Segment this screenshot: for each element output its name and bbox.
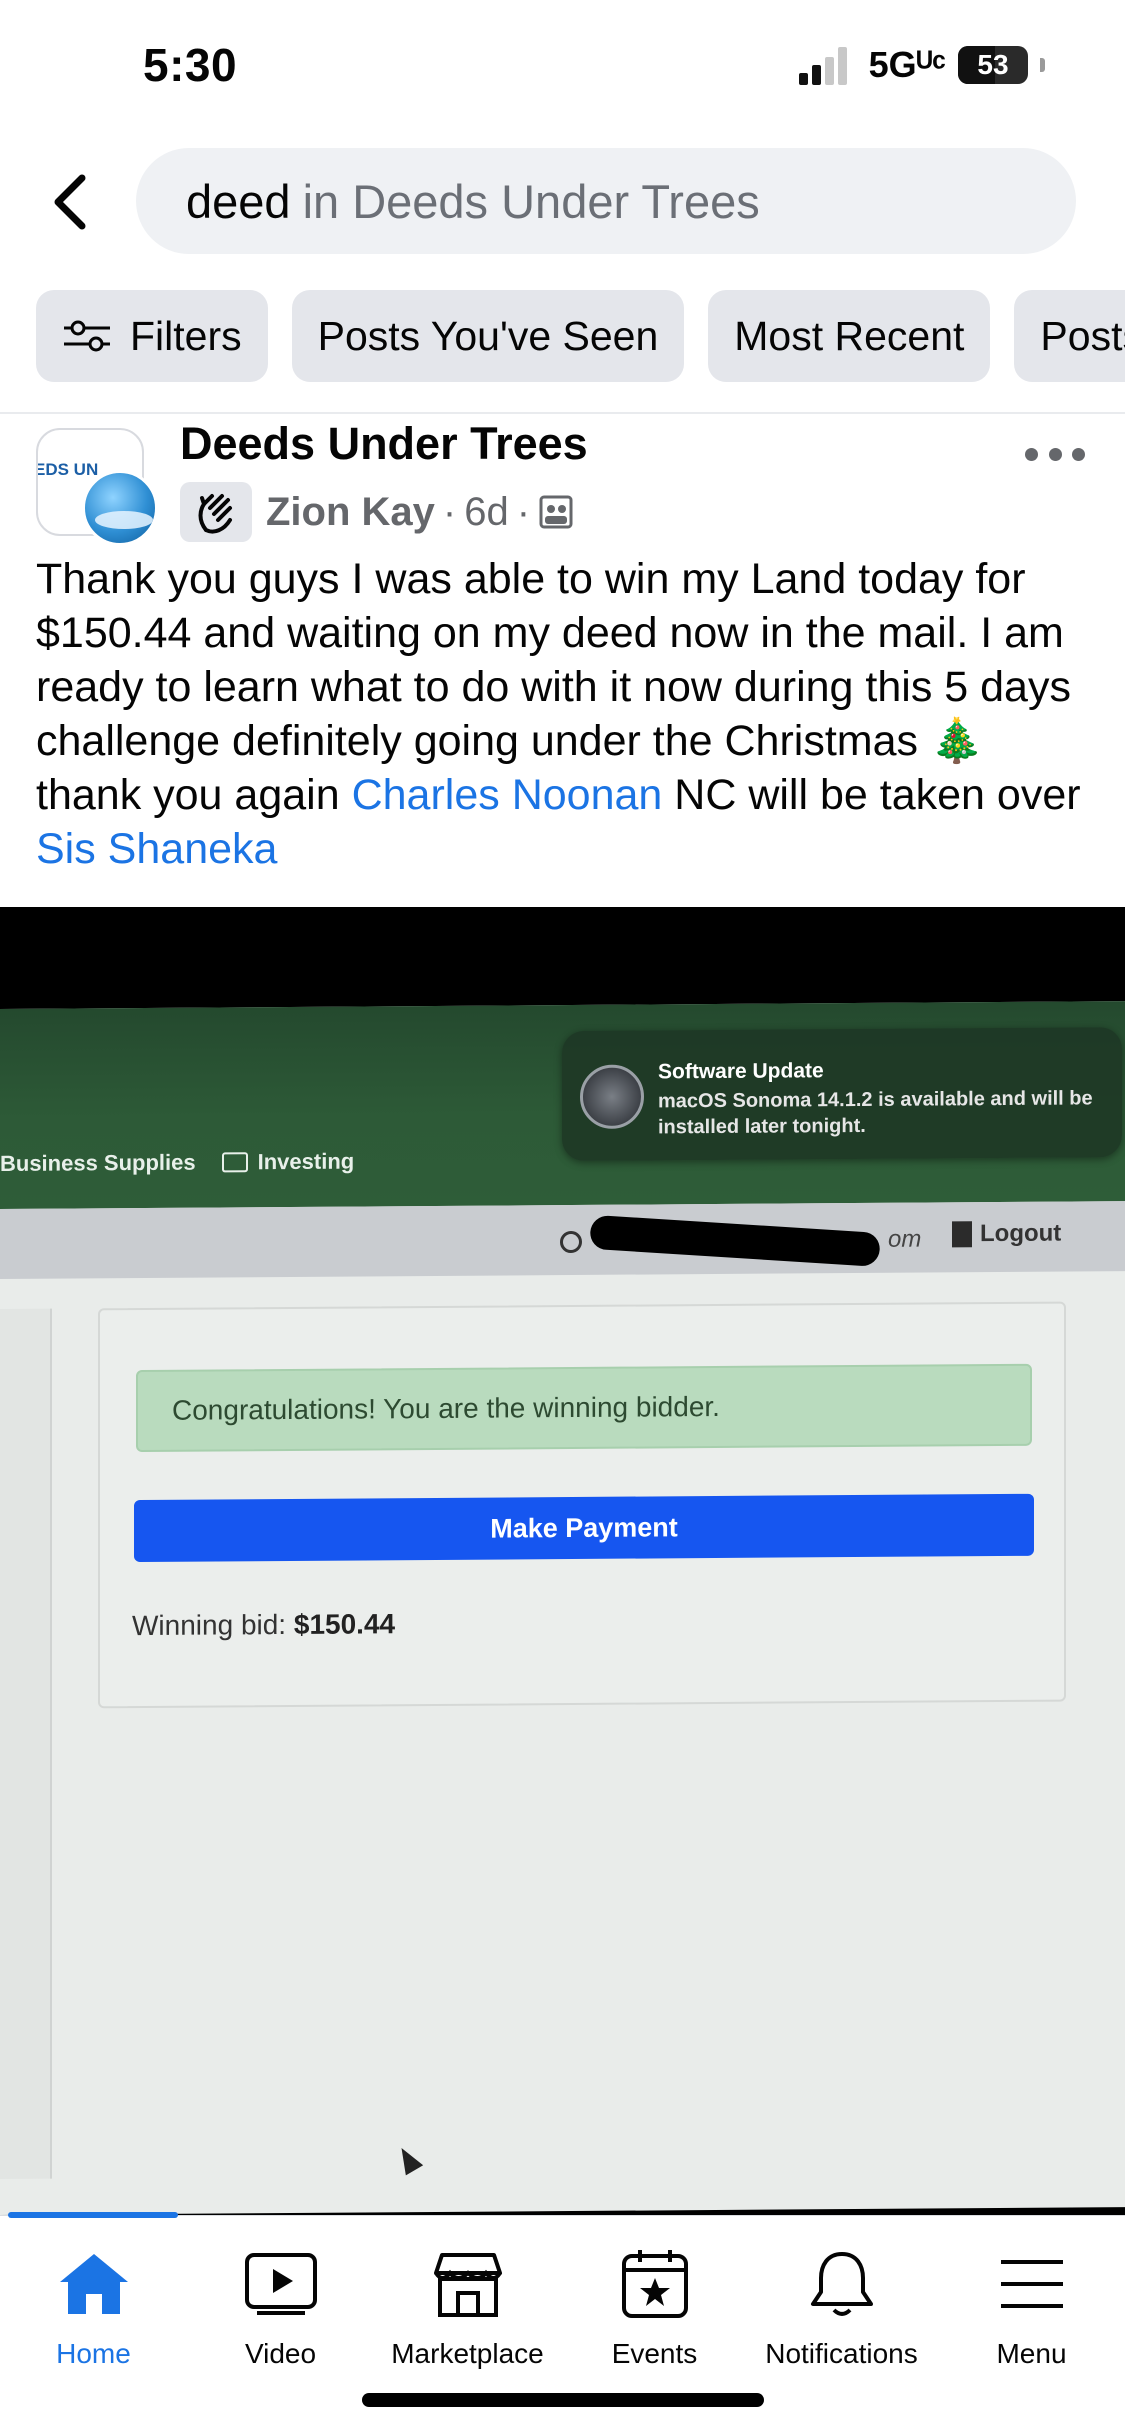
filter-chips: Filters Posts You've Seen Most Recent Po… <box>36 290 1125 382</box>
bookmark-label: Business Supplies <box>0 1149 196 1176</box>
tab-label: Video <box>244 2338 317 2369</box>
posts-seen-chip-label: Posts You've Seen <box>317 312 659 359</box>
back-arrow-icon <box>54 174 86 230</box>
posts-chip[interactable]: Posts <box>1014 290 1125 382</box>
tab-label: Events <box>611 2338 698 2369</box>
author-name[interactable]: Zion Kay <box>266 490 435 535</box>
winning-alert: Congratulations! You are the winning bid… <box>136 1363 1032 1453</box>
post-time[interactable]: 6d <box>464 490 509 535</box>
status-bar: 5:30 5Gᵁᶜ 53 <box>0 0 1125 135</box>
post-header: EDS UN Deeds Under Trees Zion Kay · 6d · <box>0 414 1125 554</box>
user-icon <box>560 1230 582 1254</box>
battery-tip <box>1040 58 1045 72</box>
more-options-button[interactable] <box>1025 434 1085 474</box>
browser-toolbar: Business Supplies Investing Software Upd… <box>0 1001 1125 1209</box>
posts-chip-label: Posts <box>1040 312 1125 359</box>
logout-icon <box>952 1221 972 1248</box>
home-indicator[interactable] <box>362 2393 764 2407</box>
filters-chip[interactable]: Filters <box>36 290 268 382</box>
video-icon <box>239 2242 323 2326</box>
group-name[interactable]: Deeds Under Trees <box>180 418 588 470</box>
waving-hand-badge-icon <box>180 482 252 542</box>
photographed-screen: Business Supplies Investing Software Upd… <box>0 1001 1125 2215</box>
mention-link[interactable]: Sis Shaneka <box>36 825 277 873</box>
events-icon <box>613 2242 697 2326</box>
tab-label: Notifications <box>765 2338 918 2369</box>
logout-link: Logout <box>952 1220 1061 1249</box>
bookmark-label: Investing <box>257 1148 355 1175</box>
notification-title: Software Update <box>658 1059 824 1084</box>
meta-separator: · <box>442 489 457 534</box>
post-text-part: NC will be taken over <box>662 771 1081 819</box>
bookmark-item: Business Supplies <box>0 1150 196 1177</box>
posts-seen-chip[interactable]: Posts You've Seen <box>291 290 685 382</box>
search-header: deed in Deeds Under Trees <box>0 140 1125 270</box>
tab-label: Home <box>56 2338 131 2369</box>
back-button[interactable] <box>40 162 100 242</box>
redaction-scribble <box>589 1214 881 1267</box>
network-type: 5Gᵁᶜ <box>868 44 946 85</box>
winning-bid-value: $150.44 <box>293 1608 396 1640</box>
author-avatar[interactable] <box>82 470 158 546</box>
winning-bid-label: Winning bid: <box>132 1609 287 1642</box>
bell-icon <box>800 2242 884 2326</box>
post-meta: Zion Kay · 6d · <box>180 482 574 542</box>
mention-link[interactable]: Charles Noonan <box>352 771 663 819</box>
logout-label: Logout <box>980 1219 1062 1248</box>
tab-home[interactable]: Home <box>0 2242 187 2370</box>
sidebar-edge <box>0 1308 52 2179</box>
battery-icon: 53 <box>958 46 1028 84</box>
mouse-cursor-icon <box>392 2142 424 2176</box>
tab-video[interactable]: Video <box>187 2242 374 2370</box>
settings-gear-icon <box>580 1064 644 1129</box>
search-scope: in Deeds Under Trees <box>302 174 760 228</box>
tab-events[interactable]: Events <box>561 2242 748 2370</box>
home-icon <box>52 2242 136 2326</box>
group-privacy-icon <box>539 495 573 529</box>
search-input[interactable]: deed in Deeds Under Trees <box>136 148 1076 254</box>
wave-icon <box>198 494 232 534</box>
auction-result-card: Congratulations! You are the winning bid… <box>98 1301 1066 1709</box>
search-query: deed <box>186 174 291 228</box>
bookmarks-bar: Business Supplies Investing <box>0 1149 354 1177</box>
filters-chip-label: Filters <box>130 312 242 359</box>
active-tab-indicator <box>8 2212 178 2218</box>
make-payment-button: Make Payment <box>134 1493 1034 1563</box>
user-email: om <box>560 1214 922 1267</box>
status-time: 5:30 <box>143 39 238 91</box>
group-avatar-text: EDS UN <box>36 460 99 479</box>
meta-separator: · <box>516 489 531 534</box>
tab-notifications[interactable]: Notifications <box>748 2242 935 2370</box>
bookmark-item: Investing <box>221 1148 355 1176</box>
tab-label: Menu <box>996 2338 1067 2369</box>
post-photo[interactable]: Business Supplies Investing Software Upd… <box>0 907 1125 2215</box>
winning-bid: Winning bid: $150.44 <box>132 1608 395 1642</box>
site-nav-bar: om Logout <box>0 1201 1125 1279</box>
filter-sliders-icon <box>64 320 110 352</box>
battery-level: 53 <box>977 49 1009 80</box>
marketplace-icon <box>426 2242 510 2326</box>
most-recent-chip[interactable]: Most Recent <box>708 290 991 382</box>
tab-menu[interactable]: Menu <box>938 2242 1125 2370</box>
tab-label: Marketplace <box>391 2338 544 2369</box>
most-recent-chip-label: Most Recent <box>734 312 965 359</box>
tab-marketplace[interactable]: Marketplace <box>374 2242 561 2370</box>
menu-icon <box>990 2242 1074 2326</box>
status-indicators: 5Gᵁᶜ 53 <box>798 44 1045 86</box>
notification-text: macOS Sonoma 14.1.2 is available and wil… <box>658 1087 1093 1139</box>
signal-icon <box>798 45 857 85</box>
software-update-notification: Software Update macOS Sonoma 14.1.2 is a… <box>562 1027 1122 1162</box>
user-email-suffix: om <box>888 1225 922 1253</box>
facebook-search-results-page: 5:30 5Gᵁᶜ 53 deed in Deeds Under Trees F… <box>0 0 1125 2436</box>
post-text: Thank you guys I was able to win my Land… <box>36 552 1096 876</box>
folder-icon <box>221 1152 248 1173</box>
